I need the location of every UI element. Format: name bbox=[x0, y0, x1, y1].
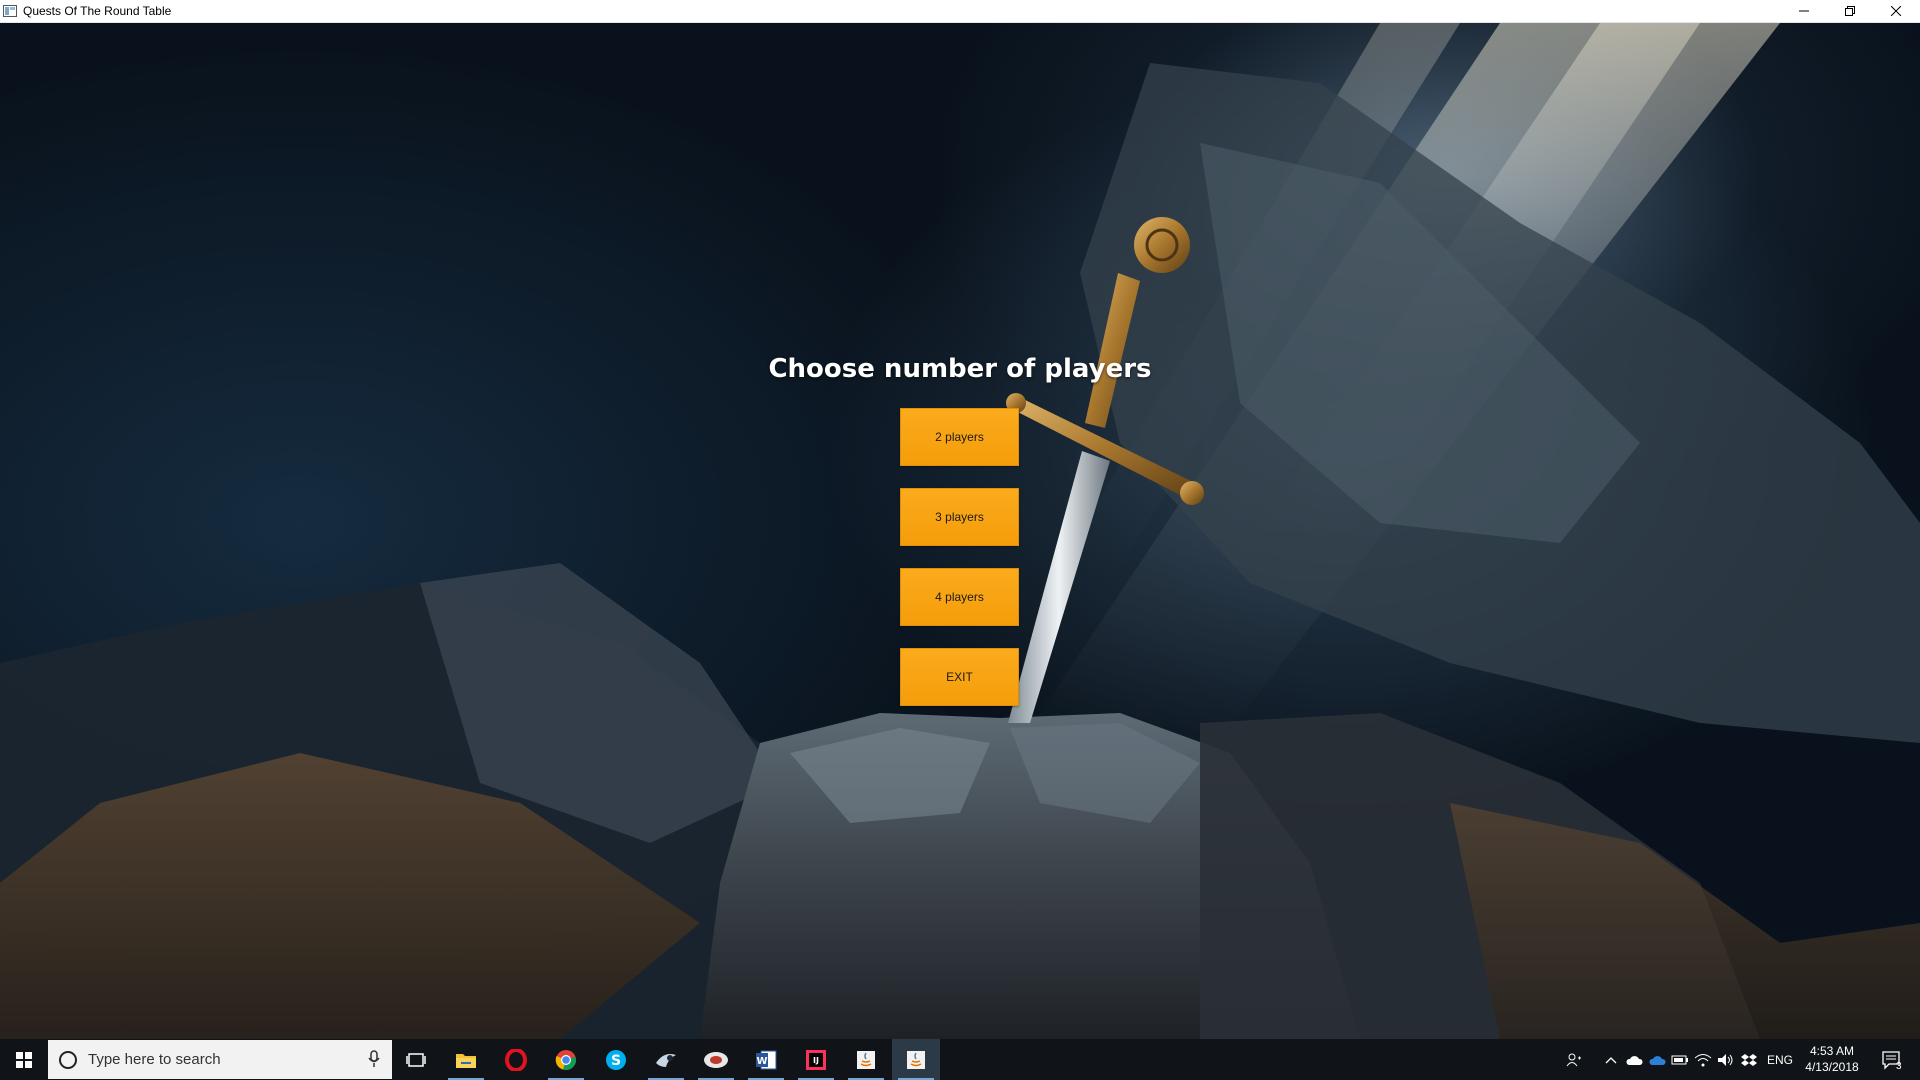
taskbar-app-file-explorer[interactable] bbox=[442, 1039, 490, 1080]
battery-icon bbox=[1671, 1055, 1688, 1064]
word-icon: W bbox=[756, 1050, 777, 1069]
search-placeholder: Type here to search bbox=[88, 1051, 221, 1068]
game-canvas: Choose number of players 2 players 3 pla… bbox=[0, 23, 1920, 1039]
java-app-icon bbox=[907, 1050, 925, 1069]
clock-date: 4/13/2018 bbox=[1805, 1060, 1859, 1074]
tray-dropbox[interactable] bbox=[1738, 1039, 1760, 1080]
file-explorer-icon bbox=[456, 1053, 476, 1068]
action-center-button[interactable]: 3 bbox=[1872, 1039, 1912, 1080]
taskbar-app-steam[interactable] bbox=[642, 1039, 690, 1080]
volume-icon bbox=[1718, 1053, 1733, 1066]
steam-icon bbox=[656, 1053, 676, 1067]
windows-logo-icon bbox=[15, 1051, 32, 1068]
taskbar-app-java-active[interactable] bbox=[892, 1039, 940, 1080]
chrome-icon bbox=[555, 1049, 576, 1070]
onedrive-icon bbox=[1649, 1055, 1666, 1065]
notification-count-badge: 3 bbox=[1896, 1061, 1902, 1072]
start-button[interactable] bbox=[0, 1039, 47, 1080]
wifi-icon bbox=[1694, 1053, 1712, 1066]
task-view-icon bbox=[406, 1052, 426, 1067]
svg-text:S: S bbox=[611, 1053, 621, 1069]
svg-text:W: W bbox=[756, 1056, 767, 1067]
taskbar-app-chrome[interactable] bbox=[542, 1039, 590, 1080]
tray-onedrive-business[interactable] bbox=[1646, 1039, 1668, 1080]
language-label: ENG bbox=[1766, 1052, 1793, 1067]
tray-battery[interactable] bbox=[1669, 1039, 1691, 1080]
taskbar-search-box[interactable]: Type here to search bbox=[48, 1040, 392, 1079]
exit-button[interactable]: EXIT bbox=[900, 648, 1019, 706]
cloud-icon bbox=[1626, 1055, 1643, 1065]
restore-icon bbox=[1845, 6, 1855, 16]
window-title: Quests Of The Round Table bbox=[23, 4, 172, 18]
window-app-icon bbox=[3, 5, 17, 17]
java-icon bbox=[857, 1050, 875, 1069]
chevron-up-icon bbox=[1605, 1056, 1617, 1063]
skype-icon: S bbox=[606, 1049, 626, 1070]
input-language-indicator[interactable]: ENG bbox=[1762, 1039, 1798, 1080]
taskbar-app-opera[interactable] bbox=[492, 1039, 540, 1080]
tray-network[interactable] bbox=[1692, 1039, 1714, 1080]
app-icon bbox=[704, 1051, 728, 1068]
opera-icon bbox=[505, 1048, 527, 1071]
show-hidden-icons-button[interactable] bbox=[1600, 1039, 1622, 1080]
taskbar-app-skype[interactable]: S bbox=[592, 1039, 640, 1080]
task-view-button[interactable] bbox=[392, 1039, 440, 1080]
taskbar-app-word[interactable]: W bbox=[742, 1039, 790, 1080]
taskbar-app-generic[interactable] bbox=[692, 1039, 740, 1080]
close-icon bbox=[1891, 6, 1901, 16]
menu-heading: Choose number of players bbox=[768, 354, 1152, 384]
minimize-button[interactable] bbox=[1781, 0, 1827, 22]
taskbar-app-java[interactable] bbox=[842, 1039, 890, 1080]
close-button[interactable] bbox=[1873, 0, 1919, 22]
three-players-button[interactable]: 3 players bbox=[900, 488, 1019, 546]
minimize-icon bbox=[1799, 10, 1809, 12]
microphone-icon[interactable] bbox=[368, 1050, 380, 1068]
restore-button[interactable] bbox=[1827, 0, 1873, 22]
svg-text:IJ: IJ bbox=[813, 1056, 819, 1065]
cortana-icon bbox=[59, 1051, 77, 1069]
window-titlebar: Quests Of The Round Table bbox=[0, 0, 1920, 23]
two-players-button[interactable]: 2 players bbox=[900, 408, 1019, 466]
dropbox-icon bbox=[1741, 1053, 1757, 1066]
taskbar-clock[interactable]: 4:53 AM 4/13/2018 bbox=[1800, 1043, 1864, 1075]
people-button[interactable] bbox=[1560, 1039, 1588, 1080]
taskbar: Type here to search S W IJ ENG 4:53 AM 4… bbox=[0, 1039, 1920, 1080]
intellij-icon: IJ bbox=[806, 1049, 826, 1070]
clock-time: 4:53 AM bbox=[1809, 1044, 1855, 1058]
four-players-button[interactable]: 4 players bbox=[900, 568, 1019, 626]
taskbar-app-intellij[interactable]: IJ bbox=[792, 1039, 840, 1080]
people-icon bbox=[1566, 1053, 1581, 1066]
tray-onedrive[interactable] bbox=[1623, 1039, 1645, 1080]
tray-volume[interactable] bbox=[1715, 1039, 1737, 1080]
